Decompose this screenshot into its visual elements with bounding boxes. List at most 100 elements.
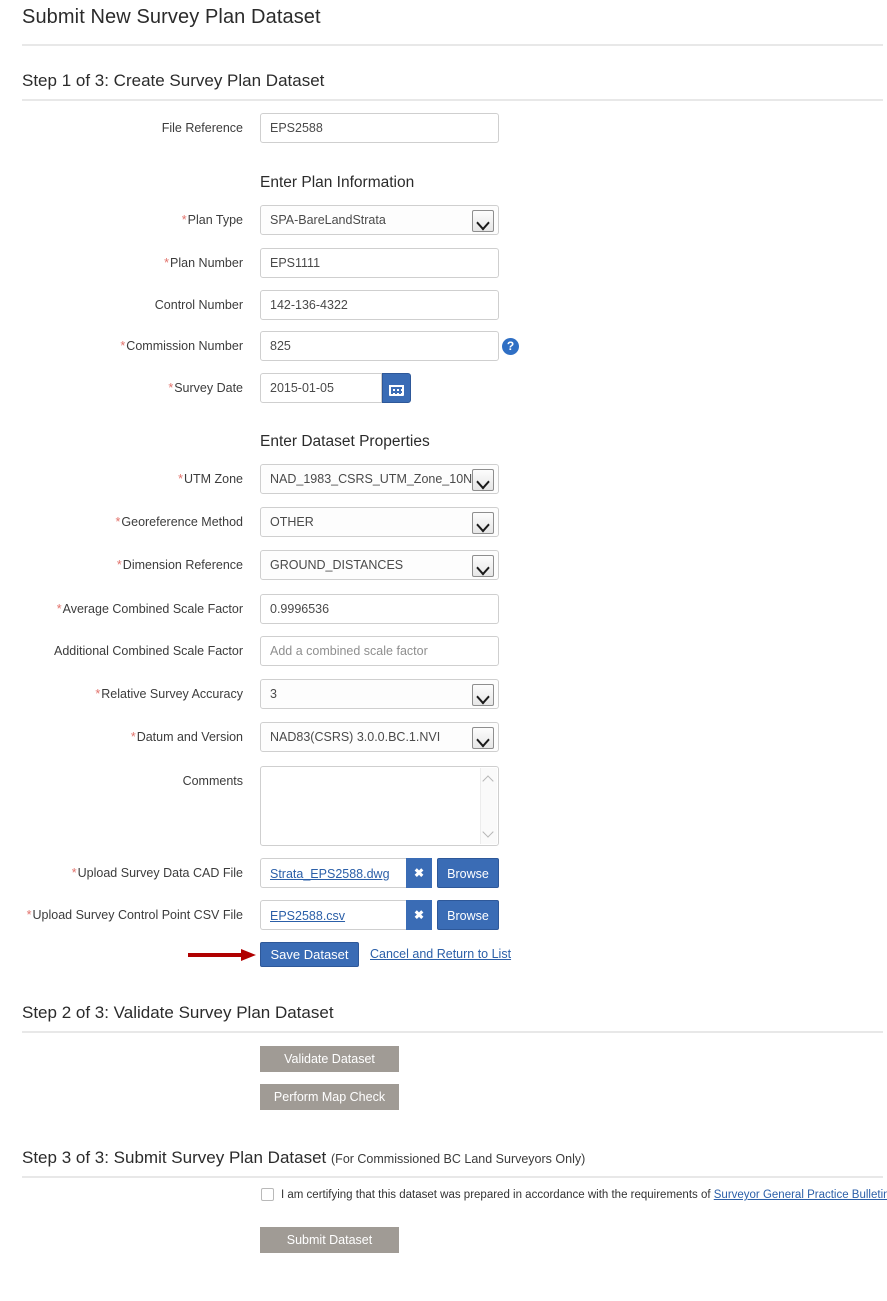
relative-survey-accuracy-control: 3 bbox=[260, 679, 499, 709]
georeference-method-control: OTHER bbox=[260, 507, 499, 537]
csv-browse-button[interactable]: Browse bbox=[437, 900, 499, 930]
scroll-down-icon[interactable] bbox=[484, 827, 493, 836]
plan-number-control bbox=[260, 248, 499, 278]
chevron-down-icon[interactable] bbox=[472, 727, 494, 749]
relative-survey-accuracy-label: *Relative Survey Accuracy bbox=[95, 687, 243, 701]
certify-statement: I am certifying that this dataset was pr… bbox=[281, 1189, 887, 1201]
utm-zone-value: NAD_1983_CSRS_UTM_Zone_10N bbox=[270, 472, 473, 486]
field-row-additional-combined-scale-factor: Additional Combined Scale Factor bbox=[0, 636, 887, 666]
cad-browse-button[interactable]: Browse bbox=[437, 858, 499, 888]
georeference-method-select[interactable]: OTHER bbox=[260, 507, 499, 537]
chevron-down-icon[interactable] bbox=[472, 469, 494, 491]
field-row-utm-zone: *UTM Zone NAD_1983_CSRS_UTM_Zone_10N bbox=[0, 464, 887, 494]
clear-file-icon[interactable]: ✖ bbox=[406, 858, 432, 888]
required-asterisk: * bbox=[178, 472, 183, 486]
plan-information-caption: Enter Plan Information bbox=[260, 174, 415, 191]
cad-file-label: *Upload Survey Data CAD File bbox=[71, 866, 243, 880]
field-row-commission-number: *Commission Number ? bbox=[0, 331, 887, 361]
certify-checkbox[interactable] bbox=[261, 1188, 274, 1201]
required-asterisk: * bbox=[56, 602, 62, 616]
commission-number-label: *Commission Number bbox=[120, 339, 243, 353]
plan-number-label: *Plan Number bbox=[164, 256, 243, 270]
additional-combined-scale-factor-control bbox=[260, 636, 499, 666]
csv-file-label: *Upload Survey Control Point CSV File bbox=[26, 908, 243, 922]
step3-heading: Step 3 of 3: Submit Survey Plan Dataset … bbox=[22, 1148, 585, 1168]
title-divider bbox=[22, 44, 883, 46]
field-row-georeference-method: *Georeference Method OTHER bbox=[0, 507, 887, 537]
additional-combined-scale-factor-input[interactable] bbox=[260, 636, 499, 666]
perform-map-check-button[interactable]: Perform Map Check bbox=[260, 1084, 399, 1110]
field-row-dimension-reference: *Dimension Reference GROUND_DISTANCES bbox=[0, 550, 887, 580]
utm-zone-select[interactable]: NAD_1983_CSRS_UTM_Zone_10N bbox=[260, 464, 499, 494]
commission-number-input[interactable] bbox=[260, 331, 499, 361]
required-asterisk: * bbox=[164, 256, 170, 270]
chevron-down-icon[interactable] bbox=[472, 555, 494, 577]
practice-bulletin-link[interactable]: Surveyor General Practice Bulletin No. 3… bbox=[714, 1189, 887, 1201]
required-asterisk: * bbox=[130, 730, 136, 744]
comments-textarea[interactable] bbox=[260, 766, 499, 846]
georeference-method-value: OTHER bbox=[270, 515, 314, 529]
required-asterisk: * bbox=[116, 558, 122, 572]
csv-file-control: EPS2588.csv ✖ Browse bbox=[260, 900, 499, 930]
required-asterisk: * bbox=[71, 866, 77, 880]
clear-file-icon[interactable]: ✖ bbox=[406, 900, 432, 930]
commission-number-control bbox=[260, 331, 499, 361]
utm-zone-label: *UTM Zone bbox=[178, 472, 243, 486]
step2-divider bbox=[22, 1031, 883, 1033]
step3-subtitle: (For Commissioned BC Land Surveyors Only… bbox=[331, 1152, 586, 1166]
step2-heading: Step 2 of 3: Validate Survey Plan Datase… bbox=[22, 1003, 334, 1022]
dimension-reference-value: GROUND_DISTANCES bbox=[270, 558, 404, 572]
file-reference-label: File Reference bbox=[161, 121, 243, 135]
average-combined-scale-factor-input[interactable] bbox=[260, 594, 499, 624]
field-row-plan-type: *Plan Type SPA-BareLandStrata bbox=[0, 205, 887, 235]
scroll-up-icon[interactable] bbox=[484, 776, 493, 785]
submit-dataset-button[interactable]: Submit Dataset bbox=[260, 1227, 399, 1253]
datum-and-version-value: NAD83(CSRS) 3.0.0.BC.1.NVI bbox=[270, 730, 441, 744]
datum-and-version-select[interactable]: NAD83(CSRS) 3.0.0.BC.1.NVI bbox=[260, 722, 499, 752]
file-reference-control bbox=[260, 113, 499, 143]
plan-type-control: SPA-BareLandStrata bbox=[260, 205, 499, 235]
field-row-control-number: Control Number bbox=[0, 290, 887, 320]
plan-type-select[interactable]: SPA-BareLandStrata bbox=[260, 205, 499, 235]
required-asterisk: * bbox=[168, 381, 174, 395]
csv-file-link[interactable]: EPS2588.csv bbox=[270, 909, 345, 923]
comments-label: Comments bbox=[182, 774, 243, 788]
cad-file-link[interactable]: Strata_EPS2588.dwg bbox=[270, 867, 390, 881]
calendar-icon[interactable] bbox=[382, 373, 411, 403]
help-circle-icon[interactable]: ? bbox=[502, 338, 519, 355]
dimension-reference-control: GROUND_DISTANCES bbox=[260, 550, 499, 580]
cancel-and-return-link[interactable]: Cancel and Return to List bbox=[370, 947, 511, 961]
survey-date-control bbox=[260, 373, 411, 403]
datum-and-version-control: NAD83(CSRS) 3.0.0.BC.1.NVI bbox=[260, 722, 499, 752]
page-title: Submit New Survey Plan Dataset bbox=[22, 6, 321, 28]
chevron-down-icon[interactable] bbox=[472, 512, 494, 534]
field-row-plan-number: *Plan Number bbox=[0, 248, 887, 278]
required-asterisk: * bbox=[120, 339, 126, 353]
csv-file-name-box: EPS2588.csv bbox=[260, 900, 406, 930]
required-asterisk: * bbox=[181, 213, 187, 227]
georeference-method-label: *Georeference Method bbox=[115, 515, 243, 529]
certify-statement-text: I am certifying that this dataset was pr… bbox=[281, 1189, 714, 1201]
relative-survey-accuracy-select[interactable]: 3 bbox=[260, 679, 499, 709]
step3-heading-text: Step 3 of 3: Submit Survey Plan Dataset bbox=[22, 1148, 327, 1167]
step3-divider bbox=[22, 1176, 883, 1178]
chevron-down-icon[interactable] bbox=[472, 684, 494, 706]
validate-dataset-button[interactable]: Validate Dataset bbox=[260, 1046, 399, 1072]
comments-scrollbar[interactable] bbox=[480, 768, 497, 844]
survey-date-input[interactable] bbox=[260, 373, 382, 403]
save-dataset-button[interactable]: Save Dataset bbox=[260, 942, 359, 967]
plan-type-value: SPA-BareLandStrata bbox=[270, 213, 386, 227]
control-number-input[interactable] bbox=[260, 290, 499, 320]
chevron-down-icon[interactable] bbox=[472, 210, 494, 232]
file-reference-input[interactable] bbox=[260, 113, 499, 143]
field-row-relative-survey-accuracy: *Relative Survey Accuracy 3 bbox=[0, 679, 887, 709]
survey-date-label: *Survey Date bbox=[168, 381, 243, 395]
field-row-cad-file: *Upload Survey Data CAD File Strata_EPS2… bbox=[0, 858, 887, 888]
dimension-reference-select[interactable]: GROUND_DISTANCES bbox=[260, 550, 499, 580]
plan-number-input[interactable] bbox=[260, 248, 499, 278]
cad-file-name-box: Strata_EPS2588.dwg bbox=[260, 858, 406, 888]
utm-zone-control: NAD_1983_CSRS_UTM_Zone_10N bbox=[260, 464, 499, 494]
cad-file-control: Strata_EPS2588.dwg ✖ Browse bbox=[260, 858, 499, 888]
additional-combined-scale-factor-label: Additional Combined Scale Factor bbox=[54, 644, 243, 658]
field-row-average-combined-scale-factor: *Average Combined Scale Factor bbox=[0, 594, 887, 624]
